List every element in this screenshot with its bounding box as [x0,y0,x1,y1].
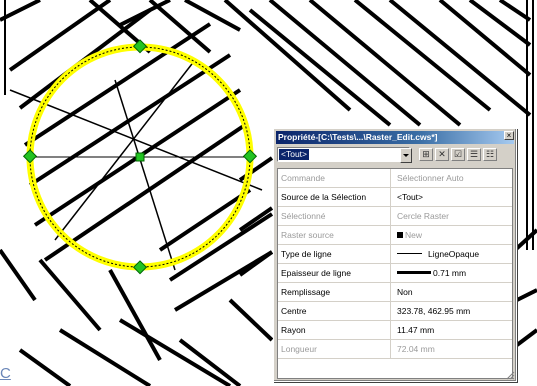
property-row-length[interactable]: Longueur 72.04 mm [278,340,512,359]
handle-left [22,149,38,164]
raster-source-value: New [405,230,423,240]
chevron-down-icon[interactable] [400,148,412,163]
property-row-source[interactable]: Source de la Sélection <Tout> [278,188,512,207]
dropdown-value: <Tout> [279,149,309,160]
panel-title[interactable]: Propriété-[C:\Tests\...\Raster_Edit.cws*… [276,131,514,144]
property-row-radius[interactable]: Rayon 11.47 mm [278,321,512,340]
property-row-center[interactable]: Centre 323.78, 462.95 mm [278,302,512,321]
property-row-selectionne[interactable]: Sélectionné Cercle Raster [278,207,512,226]
property-value: Sélectionner Auto [397,173,464,183]
line-width-value: 0.71 mm [433,268,467,278]
property-label: Commande [278,169,391,187]
property-value[interactable]: 11.47 mm [392,321,434,339]
handle-center [135,152,145,162]
panel-toolbar: <Tout> ⊞ ✕ ☑ ☰ ☷ [277,147,515,163]
resize-grip-icon[interactable] [505,370,515,380]
property-row-fill[interactable]: Remplissage Non [278,283,512,302]
property-label: Epaisseur de ligne [278,264,391,282]
list-icon[interactable]: ☰ [467,148,481,161]
sort-icon[interactable]: ☷ [483,148,497,161]
properties-panel: Propriété-[C:\Tests\...\Raster_Edit.cws*… [273,128,517,382]
property-value[interactable]: Non [392,283,413,301]
property-row-commande[interactable]: Commande Sélectionner Auto [278,169,512,188]
line-type-value: LigneOpaque [428,249,480,259]
check-icon[interactable]: ☑ [451,148,465,161]
property-row-line-width[interactable]: Epaisseur de ligne 0.71 mm [278,264,512,283]
property-value[interactable]: <Tout> [392,188,423,206]
handle-bottom [132,260,148,275]
property-value: 72.04 mm [397,344,435,354]
handle-right [242,149,258,164]
property-label: Type de ligne [278,245,391,263]
line-type-preview-icon [397,253,422,254]
property-label: Sélectionné [278,207,391,225]
property-label: Centre [278,302,391,320]
property-row-raster-source[interactable]: Raster source New [278,226,512,245]
property-value: Cercle Raster [397,211,449,221]
property-label: Longueur [278,340,391,358]
property-value[interactable]: 0.71 mm [392,264,466,282]
corner-label: C [0,362,12,386]
property-value[interactable]: LigneOpaque [392,245,479,263]
property-label: Raster source [278,226,391,244]
property-label: Remplissage [278,283,391,301]
clear-icon[interactable]: ✕ [435,148,449,161]
property-row-line-type[interactable]: Type de ligne LigneOpaque [278,245,512,264]
property-value[interactable]: 323.78, 462.95 mm [392,302,470,320]
selection-source-dropdown[interactable]: <Tout> [277,147,412,163]
property-grid: Commande Sélectionner Auto Source de la … [277,168,513,379]
property-label: Rayon [278,321,391,339]
property-value: New [392,226,422,244]
line-width-preview-icon [397,271,431,274]
property-label: Source de la Sélection [278,188,391,206]
close-button[interactable]: × [504,131,514,140]
filter-icon[interactable]: ⊞ [419,148,433,161]
color-swatch-icon [397,232,403,238]
